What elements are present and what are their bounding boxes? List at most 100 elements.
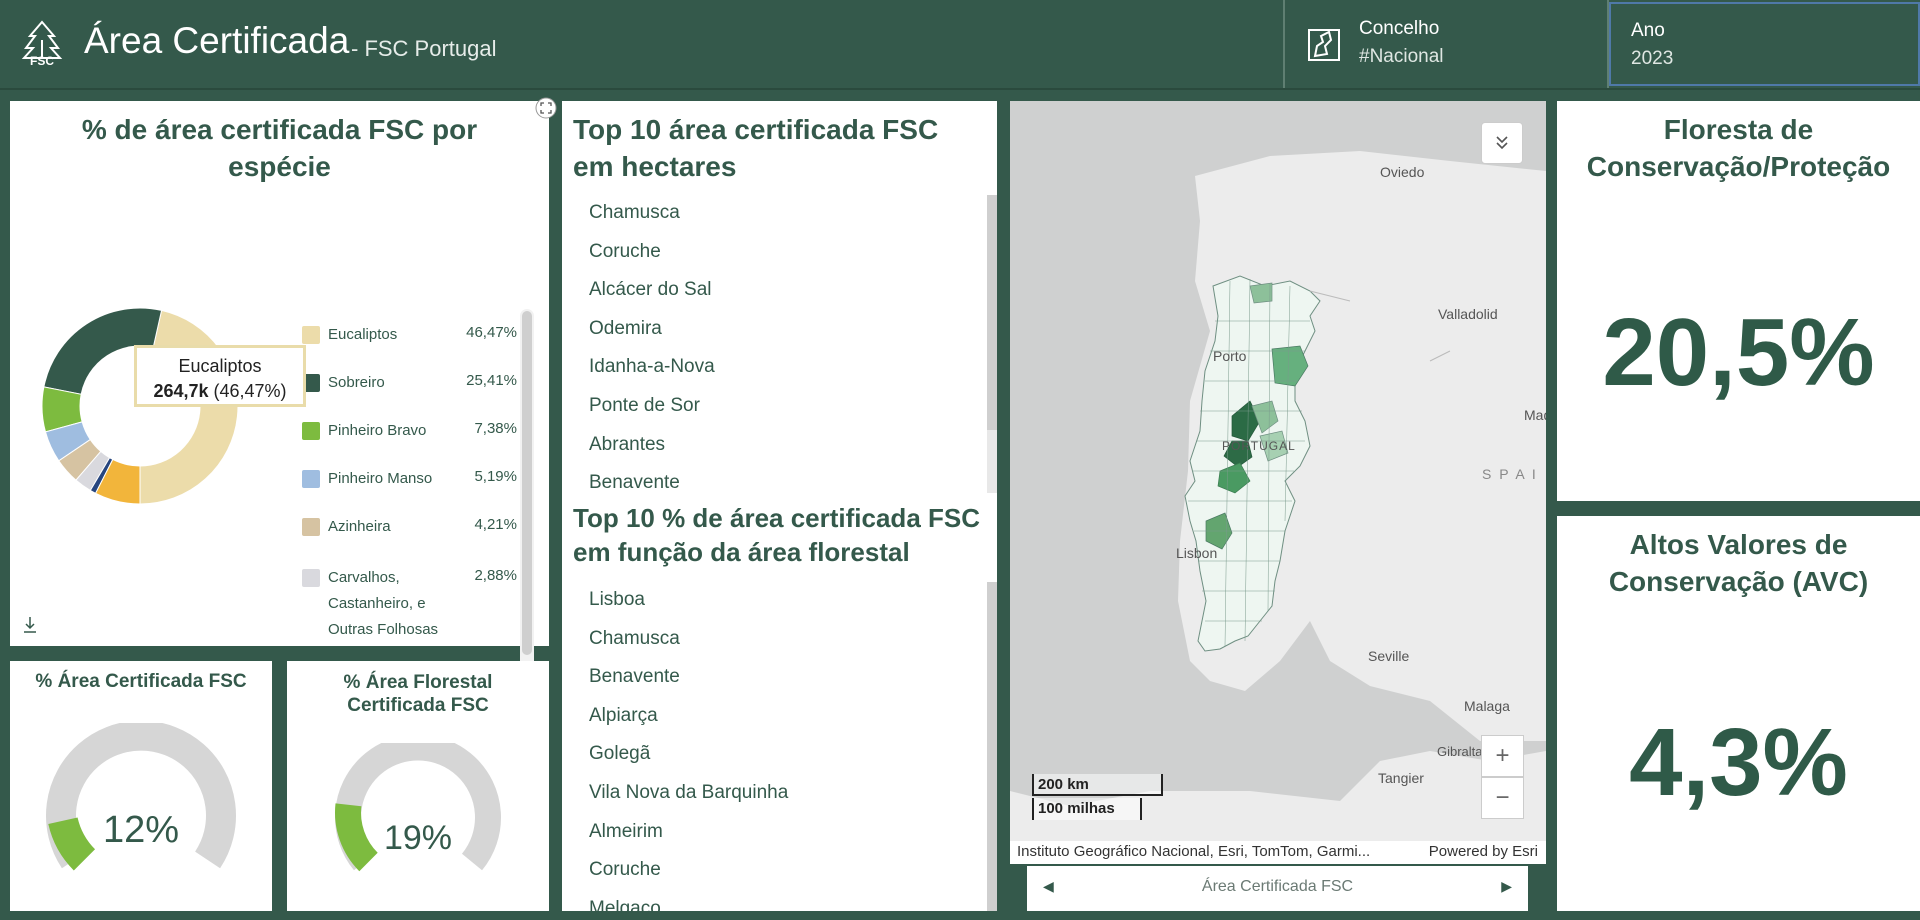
kpi-avc-panel: Altos Valores de Conservação (AVC) 4,3% — [1557, 516, 1920, 911]
map-label-valladolid: Valladolid — [1438, 306, 1498, 322]
list-item[interactable]: Abrantes — [589, 434, 665, 456]
kpi-conservation-title-line2: Conservação/Proteção — [1586, 151, 1891, 182]
top10-pct-title-line1: Top 10 % de área certificada FSC — [573, 503, 980, 533]
scale-bar: 200 km 100 milhas — [1032, 774, 1165, 822]
gauge-panel-area: % Área Certificada FSC 12% — [10, 661, 272, 911]
ano-label: Ano — [1631, 20, 1665, 41]
list-item[interactable]: Benavente — [589, 472, 680, 494]
tooltip-value-amount: 264,7k — [153, 381, 209, 401]
gauge-panel-forest: % Área Florestal Certificada FSC 19% — [287, 661, 549, 911]
map-label-lisbon: Lisbon — [1176, 545, 1218, 561]
map-label-porto: Porto — [1213, 348, 1247, 364]
species-chart-title-line2: espécie — [228, 151, 331, 182]
legend-label: Carvalhos, Castanheiro, e Outras Folhosa… — [328, 569, 439, 638]
list-item[interactable]: Alpiarça — [589, 705, 658, 727]
top10-hectares-title-line1: Top 10 área certificada FSC — [573, 114, 939, 145]
map-label-malaga: Malaga — [1464, 698, 1510, 714]
top10-pct-title: Top 10 % de área certificada FSC em funç… — [573, 501, 980, 569]
zoom-in-button[interactable]: + — [1481, 735, 1524, 777]
map-label-madrid: Madr — [1524, 407, 1546, 423]
legend-percent: 5,19% — [474, 468, 517, 485]
concelho-value: #Nacional — [1359, 46, 1444, 67]
gauge-forest-chart — [335, 743, 501, 872]
list-item[interactable]: Chamusca — [589, 628, 680, 650]
list-item[interactable]: Melgaço — [589, 898, 661, 920]
list-item[interactable]: Golegã — [589, 743, 650, 765]
map-collapse-button[interactable] — [1481, 122, 1523, 164]
legend-swatch — [302, 569, 320, 587]
zoom-out-button[interactable]: − — [1481, 777, 1524, 819]
top10-pct-scrollbar-thumb[interactable] — [987, 582, 997, 911]
expand-icon[interactable] — [535, 97, 557, 119]
gauge-forest-title-line1: % Área Florestal — [343, 672, 493, 693]
list-item[interactable]: Coruche — [589, 859, 661, 881]
legend-percent: 46,47% — [466, 324, 517, 341]
attribution-text[interactable]: Instituto Geográfico Nacional, Esri, Tom… — [1017, 843, 1370, 860]
kpi-avc-value: 4,3% — [1629, 709, 1848, 816]
kpi-avc-title: Altos Valores de Conservação (AVC) — [1557, 526, 1920, 600]
scale-km: 200 km — [1038, 776, 1089, 793]
nav-next-icon[interactable]: ▶ — [1501, 878, 1512, 895]
legend-swatch — [302, 422, 320, 440]
tooltip-value-pct: (46,47%) — [213, 381, 287, 401]
tooltip-label: Eucaliptos — [178, 356, 262, 376]
legend-scrollbar-thumb[interactable] — [522, 311, 532, 655]
nav-layer-label: Área Certificada FSC — [1201, 878, 1354, 895]
legend-percent: 2,88% — [474, 567, 517, 584]
species-chart-title: % de área certificada FSC por espécie — [10, 111, 549, 185]
kpi-conservation-title-line1: Floresta de — [1663, 114, 1814, 145]
legend-percent: 25,41% — [466, 372, 517, 389]
gauge-area-value: 12% — [102, 809, 180, 851]
legend-swatch — [302, 518, 320, 536]
legend-label: Pinheiro Bravo — [328, 422, 427, 439]
map-label-seville: Seville — [1368, 648, 1410, 664]
species-chart-title-line1: % de área certificada FSC por — [81, 114, 478, 145]
map-label-oviedo: Oviedo — [1380, 164, 1425, 180]
list-item[interactable]: Almeirim — [589, 821, 663, 843]
top10-hectares-title: Top 10 área certificada FSC em hectares — [573, 111, 938, 185]
list-item[interactable]: Benavente — [589, 666, 680, 688]
kpi-conservation-panel: Floresta de Conservação/Proteção 20,5% — [1557, 101, 1920, 501]
map-view[interactable]: Oviedo Valladolid Porto PORTUGAL Madr S … — [1010, 101, 1546, 864]
scale-mi: 100 milhas — [1038, 800, 1115, 817]
legend-percent: 4,21% — [474, 516, 517, 533]
map-basemap — [1010, 101, 1546, 841]
kpi-conservation-title: Floresta de Conservação/Proteção — [1557, 111, 1920, 185]
list-item[interactable]: Alcácer do Sal — [589, 279, 712, 301]
concelho-selector[interactable]: Concelho #Nacional — [1285, 0, 1607, 88]
legend-swatch — [302, 470, 320, 488]
list-item[interactable]: Ponte de Sor — [589, 395, 700, 417]
tooltip-value: 264,7k (46,47%) — [137, 381, 303, 402]
map-label-spain: S P A I — [1482, 466, 1538, 482]
map-label-gibraltar: Gibraltar — [1437, 744, 1487, 759]
map-attribution: Instituto Geográfico Nacional, Esri, Tom… — [1010, 841, 1546, 864]
powered-by-esri[interactable]: Powered by Esri — [1429, 843, 1538, 860]
concelho-label: Concelho — [1359, 18, 1440, 39]
page-subtitle: - FSC Portugal — [351, 36, 497, 61]
kpi-conservation-value: 20,5% — [1602, 299, 1875, 406]
map-layer-navigator: ◀ Área Certificada FSC ▶ — [1027, 866, 1528, 911]
kpi-avc-title-line1: Altos Valores de — [1629, 529, 1848, 560]
list-item[interactable]: Idanha-a-Nova — [589, 356, 715, 378]
download-icon[interactable] — [23, 616, 37, 634]
header-bar: FSC Área Certificada - FSC Portugal Conc… — [0, 0, 1920, 90]
list-item[interactable]: Lisboa — [589, 589, 645, 611]
legend-percent: 7,38% — [474, 420, 517, 437]
legend-label: Pinheiro Manso — [328, 470, 433, 487]
donut-tooltip: Eucaliptos 264,7k (46,47%) — [134, 345, 306, 407]
page-title: Área Certificada — [84, 20, 350, 61]
ano-selector[interactable]: Ano 2023 — [1609, 2, 1920, 86]
list-item[interactable]: Vila Nova da Barquinha — [589, 782, 788, 804]
top10-hectares-scrollbar-thumb[interactable] — [987, 195, 997, 430]
list-item[interactable]: Odemira — [589, 318, 662, 340]
legend-label: Azinheira — [328, 518, 391, 535]
legend-label: Eucaliptos — [328, 326, 398, 343]
map-label-portugal: PORTUGAL — [1222, 439, 1296, 453]
gauge-area-title: % Área Certificada FSC — [35, 671, 247, 692]
list-item[interactable]: Coruche — [589, 241, 661, 263]
ano-value: 2023 — [1631, 48, 1674, 69]
top10-hectares-title-line2: em hectares — [573, 151, 737, 182]
top10-pct-title-line2: em função da área florestal — [573, 537, 910, 567]
logo-text: FSC — [30, 54, 54, 68]
list-item[interactable]: Chamusca — [589, 202, 680, 224]
